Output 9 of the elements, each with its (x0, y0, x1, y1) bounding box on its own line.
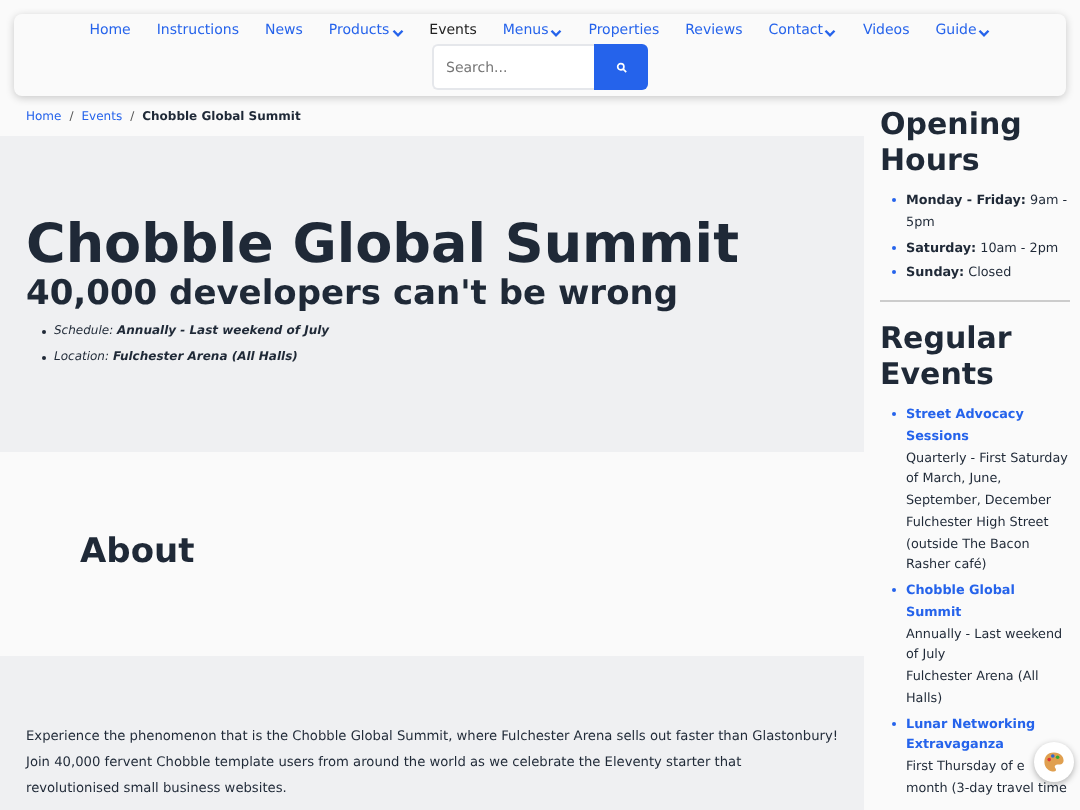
palette-icon (1042, 750, 1066, 774)
section-heading: About (80, 531, 195, 571)
sidebar-heading: Opening Hours (880, 106, 1024, 178)
event-subtitle: 40,000 developers can't be wrong (26, 276, 681, 314)
search-icon (615, 61, 627, 73)
sidebar-heading: Regular Events (880, 320, 1014, 392)
event-title: Chobble Global Summit (26, 216, 741, 276)
search-button[interactable] (594, 44, 648, 90)
palette-button[interactable] (1034, 742, 1074, 782)
